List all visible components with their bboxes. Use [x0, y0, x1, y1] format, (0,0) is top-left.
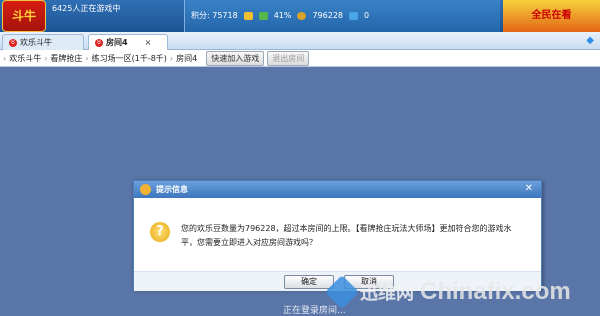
- dialog-title: 提示信息: [156, 185, 188, 194]
- score-icon: [243, 11, 253, 20]
- breadcrumb-item[interactable]: 练习场一区(1千-8千): [92, 53, 167, 64]
- breadcrumb-separator: ›: [169, 53, 174, 63]
- quick-join-button[interactable]: 快速加入游戏: [206, 50, 265, 66]
- breadcrumb-item[interactable]: 看牌抢庄: [50, 53, 82, 64]
- breadcrumb-item[interactable]: 欢乐斗牛: [9, 53, 41, 64]
- app-icon: [140, 184, 151, 195]
- game-logo: 斗牛: [2, 0, 46, 32]
- bull-icon: ♉: [9, 38, 17, 47]
- watermark-cn: 迅维网: [360, 283, 414, 304]
- close-icon[interactable]: ×: [145, 38, 152, 47]
- bull-icon: ♉: [95, 38, 103, 47]
- gem-icon: [349, 11, 359, 20]
- ad-banner[interactable]: 全民在看: [503, 0, 600, 32]
- breadcrumb-separator: ›: [3, 53, 7, 63]
- tab-bar: ♉ 欢乐斗牛 ♉ 房间4 × ◆: [0, 32, 600, 50]
- prompt-dialog: 提示信息 ✕ ? 您的欢乐豆数量为796228，超过本房间的上限。【看牌抢庄玩法…: [133, 180, 542, 291]
- tab-label: 欢乐斗牛: [20, 38, 52, 47]
- ok-button[interactable]: 确定: [284, 275, 334, 289]
- breadcrumb: › 欢乐斗牛 › 看牌抢庄 › 练习场一区(1千-8千) › 房间4 快速加入游…: [0, 50, 600, 67]
- tab-label: 房间4: [106, 38, 128, 47]
- gem-count: 0: [364, 11, 370, 20]
- watermark: 迅维网 Chinafix.com: [325, 275, 600, 309]
- leave-room-button[interactable]: 退出房间: [267, 50, 310, 66]
- tab-room[interactable]: ♉ 房间4 ×: [88, 34, 168, 50]
- breadcrumb-separator: ›: [44, 53, 48, 63]
- dialog-title-bar: 提示信息: [134, 181, 541, 198]
- user-info-panel: 积分: 75718 41% 796228 0: [184, 0, 500, 32]
- diamond-icon[interactable]: ◆: [586, 35, 594, 46]
- tab-game-lobby[interactable]: ♉ 欢乐斗牛: [2, 34, 84, 50]
- dialog-body: ? 您的欢乐豆数量为796228，超过本房间的上限。【看牌抢庄玩法大师场】更加符…: [134, 198, 541, 271]
- question-icon: ?: [150, 222, 170, 242]
- bean-icon: [297, 11, 307, 20]
- online-count: 6425人正在游戏中: [52, 4, 121, 13]
- watermark-en: Chinafix.com: [420, 278, 571, 305]
- dialog-message: 您的欢乐豆数量为796228，超过本房间的上限。【看牌抢庄玩法大师场】更加符合您…: [181, 224, 512, 247]
- top-header: 斗牛 6425人正在游戏中 积分: 75718 41% 796228 0 全民在…: [0, 0, 600, 32]
- win-rate-icon: [258, 11, 268, 20]
- score-text: 积分: 75718: [191, 11, 238, 20]
- close-icon[interactable]: ✕: [525, 183, 533, 194]
- watermark-logo: [325, 275, 359, 309]
- win-rate-text: 41%: [273, 11, 292, 20]
- bean-count: 796228: [312, 11, 344, 20]
- breadcrumb-separator: ›: [85, 53, 89, 63]
- breadcrumb-item: 房间4: [176, 53, 198, 63]
